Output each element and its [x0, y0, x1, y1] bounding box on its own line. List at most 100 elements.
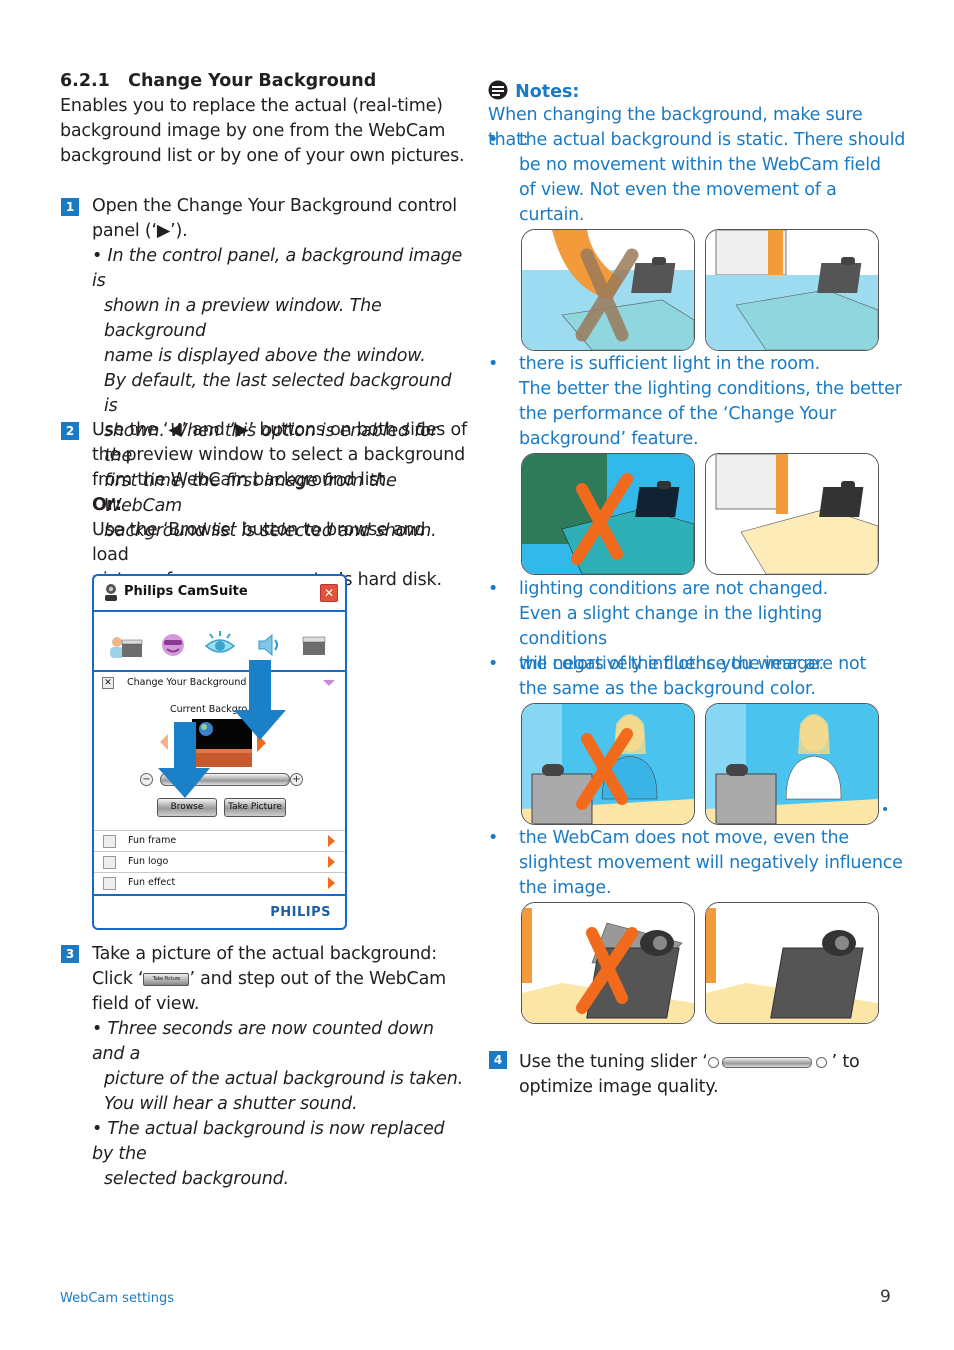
annotation-arrows	[158, 660, 286, 798]
expand-arrow-icon[interactable]	[328, 856, 335, 868]
list-item-label: Fun frame	[128, 835, 177, 846]
illustration-clothes-match-bad	[521, 703, 695, 825]
notes-heading: Notes:	[488, 80, 579, 102]
smiley-sunglasses-icon[interactable]	[160, 632, 186, 658]
step-2: Use the ‘◀’ and ‘▶’ buttons on both side…	[92, 418, 467, 593]
note-line: • In the control panel, a background ima…	[92, 246, 463, 291]
checkbox[interactable]	[103, 856, 116, 869]
intro-line: background list or by one of your own pi…	[60, 146, 465, 166]
note-line: the same as the background color.	[519, 679, 816, 699]
illustration-webcam-steady-good	[705, 902, 879, 1024]
bullet-marker: •	[488, 130, 499, 150]
bullet-marker: •	[488, 654, 499, 674]
expand-arrow-icon[interactable]	[328, 835, 335, 847]
list-item-label: Fun logo	[128, 856, 169, 867]
note-line: The better the lighting conditions, the …	[519, 379, 902, 399]
illustration-static-background-good	[705, 229, 879, 351]
illustration-well-lit-good	[705, 453, 879, 575]
step-text: optimize image quality.	[519, 1077, 719, 1097]
bullet-marker: •	[488, 828, 499, 848]
note-line: name is displayed above the window.	[104, 346, 426, 366]
step-3: Take a picture of the actual background:…	[92, 942, 467, 1192]
bullet-marker: •	[488, 354, 499, 374]
illustration-webcam-moving-bad	[521, 902, 695, 1024]
window-footer: PHILIPS	[94, 894, 345, 928]
webcam-logo-icon	[105, 584, 117, 601]
note-line: You will hear a shutter sound.	[104, 1094, 358, 1114]
or-label: Or:	[92, 495, 122, 515]
note-bullet: • the WebCam does not move, even the sli…	[488, 826, 908, 901]
take-picture-button[interactable]: Take Picture	[224, 798, 286, 817]
bullet-marker: •	[488, 579, 499, 599]
arrow-down-icon	[158, 722, 210, 798]
list-item-fun-effect[interactable]: Fun effect	[94, 872, 345, 893]
eye-icon[interactable]	[204, 630, 236, 658]
notes-title: Notes:	[515, 82, 580, 102]
list-item-label: Fun effect	[128, 877, 176, 888]
note-line: picture of the actual background is take…	[104, 1069, 463, 1089]
illustration-clothes-contrast-good	[705, 703, 879, 825]
illustration-dark-room-bad	[521, 453, 695, 575]
illustration-moving-background-bad	[521, 229, 695, 351]
step-text: panel (‘▶’).	[92, 221, 188, 241]
window-titlebar: Philips CamSuite ✕	[94, 576, 345, 612]
note-line: of view. Not even the movement of a	[519, 180, 837, 200]
background-video-icon[interactable]	[108, 634, 144, 660]
note-line: the actual background is static. There s…	[519, 130, 906, 150]
list-item-fun-frame[interactable]: Fun frame	[94, 830, 345, 851]
step-text: Open the Change Your Background control	[92, 196, 457, 216]
panel-collapse-checkbox[interactable]: ✕	[102, 677, 114, 689]
window-title: Philips CamSuite	[124, 584, 248, 599]
browse-button[interactable]: Browse	[157, 798, 217, 817]
section-title: Change Your Background	[128, 71, 377, 91]
step-number-badge: 4	[489, 1051, 507, 1069]
intro-line: Enables you to replace the actual (real-…	[60, 96, 443, 116]
close-button[interactable]: ✕	[320, 584, 338, 602]
step-text: Use the ‘◀’ and ‘▶’ buttons on both side…	[92, 420, 468, 440]
note-line: be no movement within the WebCam field	[519, 155, 881, 175]
inline-take-picture-button-icon: Take Picture	[143, 972, 190, 986]
note-line: • The actual background is now replaced …	[92, 1119, 445, 1164]
section-intro: Enables you to replace the actual (real-…	[60, 94, 470, 169]
list-item-fun-logo[interactable]: Fun logo	[94, 851, 345, 872]
note-bullet: • there is sufficient light in the room.…	[488, 352, 908, 452]
checkbox[interactable]	[103, 877, 116, 890]
note-line: selected background.	[104, 1169, 289, 1189]
note-line: the performance of the ‘Change Your	[519, 404, 837, 424]
step-4: Use the tuning slider ‘ ’ to optimize im…	[519, 1050, 919, 1100]
section-heading: 6.2.1 Change Your Background	[60, 69, 470, 94]
step-text: Click ‘Take Picture’ and step out of the…	[92, 969, 446, 989]
expand-arrow-icon[interactable]	[328, 877, 335, 889]
note-line: lighting conditions are not changed.	[519, 579, 828, 599]
note-line: • Three seconds are now counted down and…	[92, 1019, 434, 1064]
step-text: from the WebCam background list.	[92, 470, 391, 490]
step-number-badge: 2	[61, 422, 79, 440]
note-line: there is sufficient light in the room.	[519, 354, 820, 374]
section-number: 6.2.1	[60, 71, 110, 91]
step-text: Take a picture of the actual background:	[92, 944, 437, 964]
note-line: background’ feature.	[519, 429, 699, 449]
footer-section-label: WebCam settings	[60, 1291, 175, 1306]
inline-tuning-slider-icon	[707, 1056, 832, 1068]
note-line: By default, the last selected background…	[104, 371, 452, 416]
step-text: Use the tuning slider ‘ ’ to	[519, 1052, 860, 1072]
speaker-icon[interactable]	[256, 632, 282, 658]
note-line: the WebCam does not move, even the	[519, 828, 849, 848]
slider-minus-button[interactable]: −	[140, 773, 153, 786]
intro-line: background image by one from the WebCam	[60, 121, 446, 141]
note-bullet: • the actual background is static. There…	[488, 128, 908, 228]
note-line: the image.	[519, 878, 612, 898]
step-text: field of view.	[92, 994, 200, 1014]
video-clapper-icon[interactable]	[300, 632, 328, 658]
step-number-badge: 3	[61, 945, 79, 963]
notes-icon	[488, 80, 508, 100]
arrow-down-icon	[234, 660, 286, 740]
step-number-badge: 1	[61, 198, 79, 216]
philips-brand-logo: PHILIPS	[270, 905, 331, 920]
stray-bullet: •	[881, 802, 890, 818]
checkbox[interactable]	[103, 835, 116, 848]
panel-dropdown-icon[interactable]	[323, 680, 335, 686]
step-3-notes: • Three seconds are now counted down and…	[92, 1017, 467, 1192]
note-bullet: • the colors of the cloths you wear are …	[488, 652, 908, 702]
note-line: curtain.	[519, 205, 585, 225]
